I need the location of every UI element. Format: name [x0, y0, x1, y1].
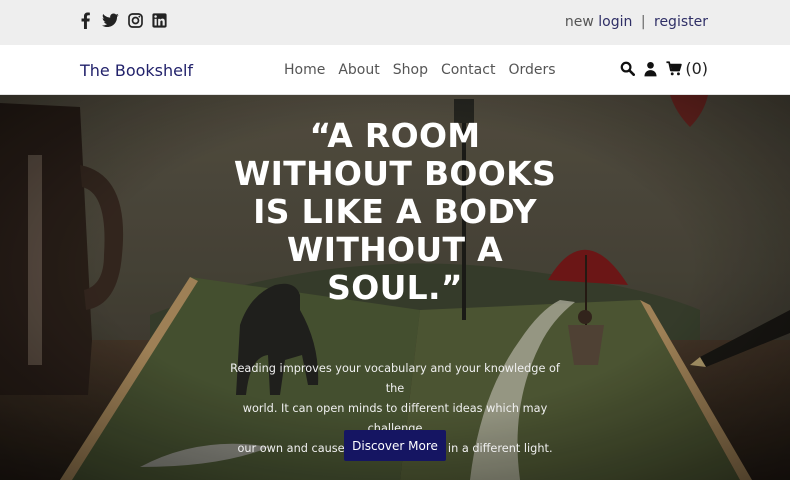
nav-item-home[interactable]: Home [284, 62, 325, 78]
social-links [78, 12, 167, 29]
search-icon[interactable] [620, 61, 636, 76]
hero-quote-line: “A ROOM [309, 116, 481, 155]
auth-links: new login | register [565, 14, 708, 30]
hero-quote-line: WITHOUT A [287, 230, 503, 269]
nav-item-contact[interactable]: Contact [441, 62, 495, 78]
cart-count: (0) [685, 59, 708, 78]
linkedin-icon[interactable] [152, 12, 167, 29]
cart-button[interactable]: (0) [666, 59, 708, 78]
instagram-icon[interactable] [128, 12, 143, 29]
hero-banner: “A ROOM WITHOUT BOOKS IS LIKE A BODY WIT… [0, 95, 790, 480]
twitter-icon[interactable] [102, 12, 119, 29]
nav-menu: Home About Shop Contact Orders [284, 62, 556, 78]
hero-quote-line: WITHOUT BOOKS [233, 154, 557, 193]
nav-item-shop[interactable]: Shop [393, 62, 428, 78]
auth-prefix: new [564, 14, 594, 30]
nav-item-about[interactable]: About [338, 62, 379, 78]
hero-quote-line: IS LIKE A BODY [253, 192, 537, 231]
top-bar: new login | register [0, 0, 790, 45]
brand-logo[interactable]: The Bookshelf [80, 61, 193, 80]
nav-actions: (0) [620, 59, 708, 78]
register-link[interactable]: register [654, 14, 708, 30]
discover-more-button[interactable]: Discover More [344, 430, 446, 461]
hero-quote-line: SOUL.” [327, 268, 463, 307]
hero-description-line: Reading improves your vocabulary and you… [230, 362, 560, 395]
hero-quote: “A ROOM WITHOUT BOOKS IS LIKE A BODY WIT… [220, 117, 570, 307]
user-icon[interactable] [644, 61, 657, 77]
facebook-icon[interactable] [78, 12, 93, 29]
auth-separator: | [640, 14, 646, 30]
main-navbar: The Bookshelf Home About Shop Contact Or… [0, 45, 790, 95]
nav-item-orders[interactable]: Orders [508, 62, 555, 78]
login-link[interactable]: login [598, 14, 632, 30]
cart-icon [666, 61, 683, 76]
